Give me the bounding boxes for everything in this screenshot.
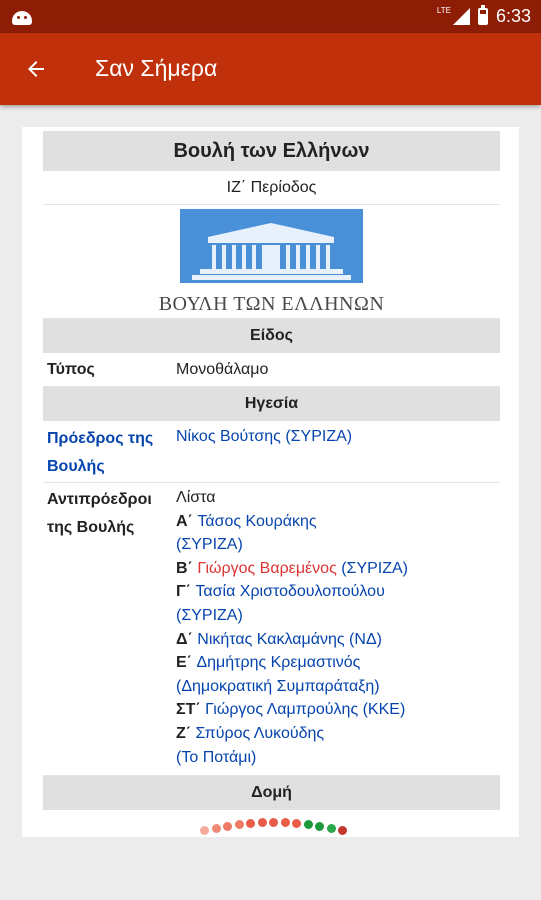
- seat-dot: [246, 819, 255, 829]
- battery-icon: [477, 5, 488, 25]
- back-button[interactable]: [20, 53, 52, 85]
- vice-president-name-link[interactable]: Τασία Χριστοδουλοπούλου: [195, 583, 384, 600]
- logo-caption: ΒΟΥΛΗ ΤΩΝ ΕΛΛΗΝΩΝ: [158, 293, 385, 315]
- vice-president-item: Γ΄ Τασία Χριστοδουλοπούλου: [176, 580, 500, 604]
- clock: 6:33: [495, 6, 531, 26]
- vice-president-ordinal: ΣΤ΄: [176, 701, 206, 719]
- seat-dot: [338, 826, 347, 835]
- infobox-period: ΙΖ΄ Περίοδος: [43, 171, 500, 205]
- signal-icon: [452, 8, 470, 25]
- article-card: Βουλή των Ελλήνων ΙΖ΄ Περίοδος ΒΟΥΛΗ ΤΩΝ…: [22, 127, 519, 837]
- seat-dot: [200, 826, 209, 835]
- vice-president-item: Δ΄ Νικήτας Κακλαμάνης (ΝΔ): [176, 628, 500, 652]
- vice-president-party-link[interactable]: (Δημοκρατική Συμπαράταξη): [176, 678, 380, 695]
- app-bar: Σαν Σήμερα: [0, 33, 541, 105]
- seat-dot: [234, 820, 244, 830]
- status-bar: LTE 6:33: [0, 0, 541, 33]
- vice-president-ordinal: Δ΄: [176, 630, 198, 648]
- vice-president-ordinal: Γ΄: [176, 583, 196, 601]
- vice-president-item: ΣΤ΄ Γιώργος Λαμπρούλης (ΚΚΕ): [176, 698, 500, 722]
- seat-dot: [303, 820, 313, 830]
- vice-president-ordinal: Α΄: [176, 512, 198, 530]
- infobox-title: Βουλή των Ελλήνων: [43, 131, 500, 171]
- vice-president-name-link[interactable]: Γιώργος Λαμπρούλης: [205, 701, 358, 718]
- android-icon: [12, 7, 32, 25]
- vice-president-name-link[interactable]: Γιώργος Βαρεμένος: [197, 560, 336, 577]
- vice-president-party-link[interactable]: (ΣΥΡΙΖΑ): [176, 536, 243, 553]
- seat-dot: [280, 818, 290, 828]
- type-value: Μονοθάλαμο: [176, 360, 269, 378]
- vice-president-party-link[interactable]: (ΣΥΡΙΖΑ): [337, 560, 408, 577]
- network-type: LTE: [436, 6, 451, 15]
- vice-president-party-line: (Το Ποτάμι): [176, 746, 500, 770]
- vice-president-item: Β΄ Γιώργος Βαρεμένος (ΣΥΡΙΖΑ): [176, 557, 500, 581]
- row-president: Πρόεδρος της Βουλής Νίκος Βούτσης (ΣΥΡΙΖ…: [43, 421, 500, 483]
- type-label: Τύπος: [47, 360, 95, 378]
- section-header-structure: Δομή: [43, 776, 500, 810]
- seat-dot: [257, 818, 267, 828]
- seat-dot: [326, 823, 336, 833]
- vice-president-name-link[interactable]: Νικήτας Κακλαμάνης: [197, 631, 344, 648]
- seat-dot: [223, 822, 232, 831]
- vice-president-party-line: (Δημοκρατική Συμπαράταξη): [176, 675, 500, 699]
- seat-dot: [211, 823, 221, 833]
- president-label-link[interactable]: Πρόεδρος της Βουλής: [43, 425, 176, 482]
- arrow-left-icon: [28, 61, 44, 77]
- seat-dot: [292, 819, 301, 829]
- president-party[interactable]: (ΣΥΡΙΖΑ): [281, 428, 352, 445]
- vice-president-ordinal: Ζ΄: [176, 724, 196, 742]
- row-type: Τύπος Μονοθάλαμο: [43, 353, 500, 387]
- vice-president-party-line: (ΣΥΡΙΖΑ): [176, 533, 500, 557]
- vice-president-name-link[interactable]: Σπύρος Λυκούδης: [196, 725, 325, 742]
- vice-president-name-link[interactable]: Τάσος Κουράκης: [197, 513, 316, 530]
- vice-list-heading: Λίστα: [176, 489, 216, 506]
- president-name-link[interactable]: Νίκος Βούτσης: [176, 428, 281, 445]
- vice-president-party-link[interactable]: (ΣΥΡΙΖΑ): [176, 607, 243, 624]
- section-header-leadership: Ηγεσία: [43, 387, 500, 421]
- vice-president-name-link[interactable]: Δημήτρης Κρεμαστινός: [196, 654, 360, 671]
- row-vice-presidents: Αντιπρόεδροι της Βουλής Λίστα Α΄ Τάσος Κ…: [43, 483, 500, 776]
- vice-president-party-link[interactable]: (ΝΔ): [345, 631, 382, 648]
- seat-dot: [269, 818, 278, 827]
- vice-president-ordinal: Ε΄: [176, 654, 197, 672]
- vice-president-party-link[interactable]: (Το Ποτάμι): [176, 749, 256, 766]
- infobox: Βουλή των Ελλήνων ΙΖ΄ Περίοδος ΒΟΥΛΗ ΤΩΝ…: [43, 131, 500, 810]
- parliament-building-icon: [160, 209, 383, 289]
- vice-president-party-line: (ΣΥΡΙΖΑ): [176, 604, 500, 628]
- vice-president-ordinal: Β΄: [176, 559, 198, 577]
- vice-presidents-label: Αντιπρόεδροι της Βουλής: [47, 491, 152, 536]
- vice-president-item: Ε΄ Δημήτρης Κρεμαστινός: [176, 651, 500, 675]
- seat-chart-preview: [200, 817, 360, 837]
- vice-president-party-link[interactable]: (ΚΚΕ): [358, 701, 406, 718]
- seat-dot: [315, 822, 324, 831]
- page-title: Σαν Σήμερα: [95, 55, 218, 81]
- vice-president-item: Ζ΄ Σπύρος Λυκούδης: [176, 722, 500, 746]
- section-header-type: Είδος: [43, 319, 500, 353]
- parliament-logo: ΒΟΥΛΗ ΤΩΝ ΕΛΛΗΝΩΝ: [43, 205, 500, 319]
- vice-president-item: Α΄ Τάσος Κουράκης: [176, 510, 500, 534]
